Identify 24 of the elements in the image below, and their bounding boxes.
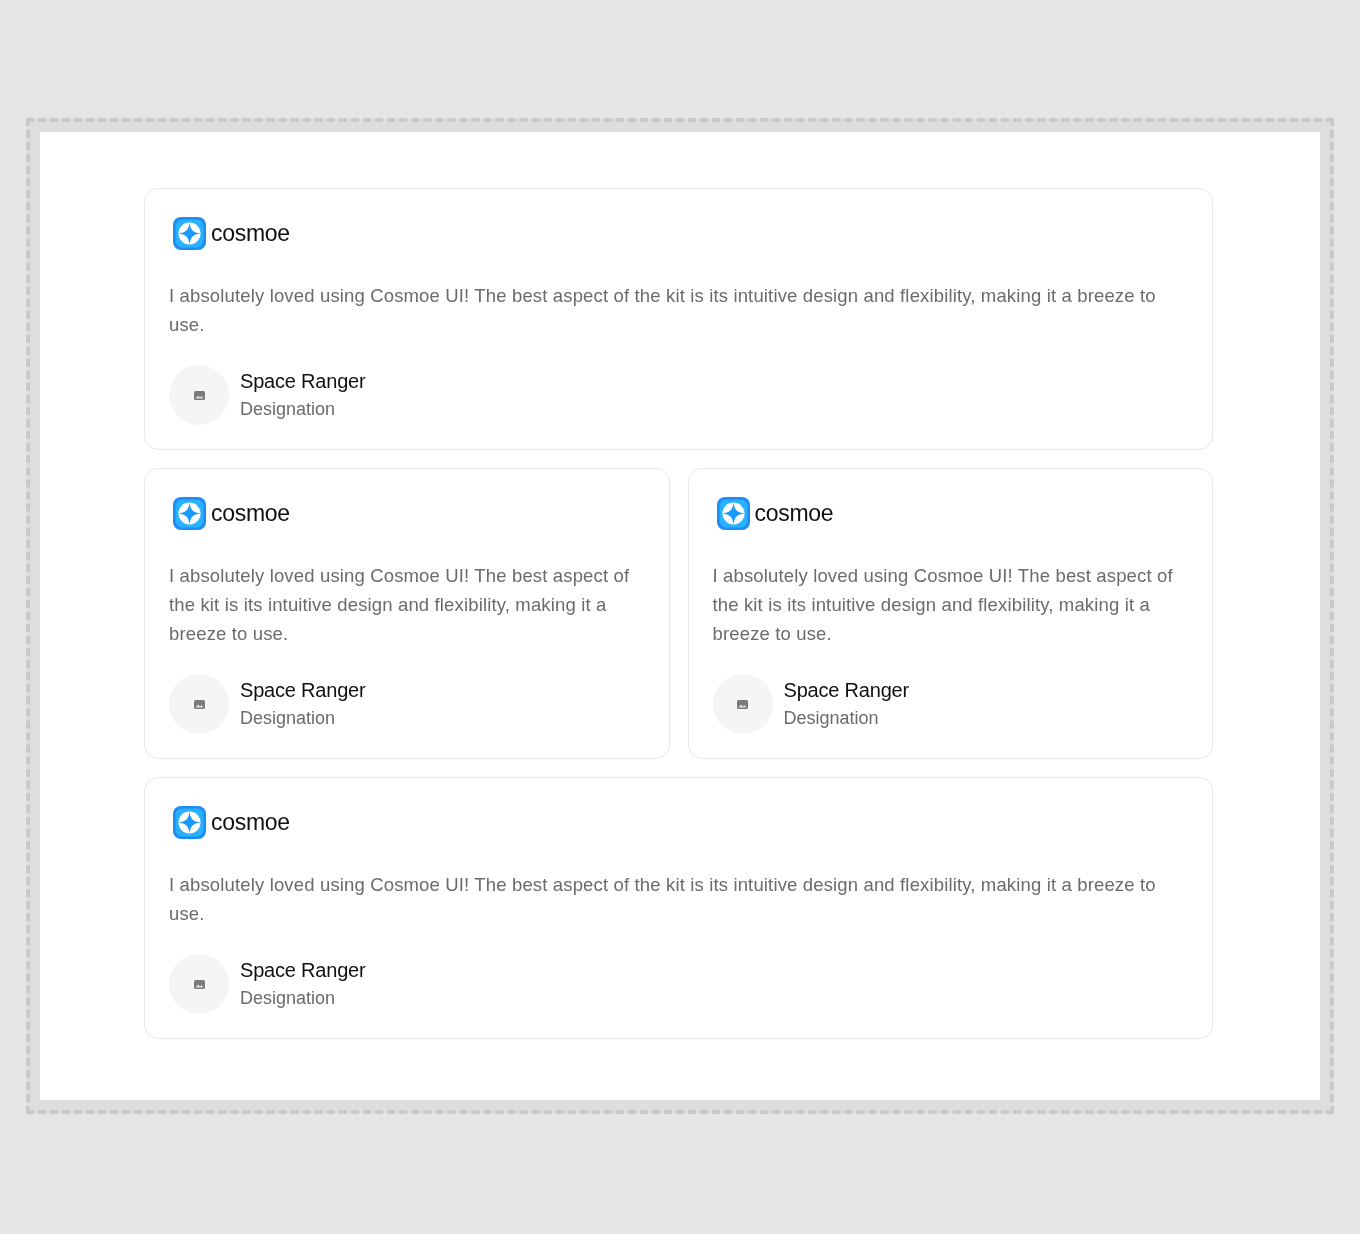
testimonial-quote: I absolutely loved using Cosmoe UI! The best aspect of the kit is its intuitive design and flexibility, making it a breeze to use. (169, 564, 631, 646)
testimonial-quote: I absolutely loved using Cosmoe UI! The best aspect of the kit is its intuitive design and flexibility, making it a breeze to use. (169, 873, 1157, 926)
author-designation: Designation (783, 707, 880, 730)
author-designation: Designation (240, 398, 337, 421)
author-designation: Designation (240, 707, 337, 730)
brand-name: cosmoe (754, 502, 834, 525)
logo-icon (173, 806, 206, 839)
logo-icon (173, 217, 206, 250)
brand-name: cosmoe (211, 811, 290, 834)
image-icon (193, 699, 205, 709)
author-name: Space Ranger (240, 369, 366, 394)
logo-icon (173, 497, 206, 530)
testimonial-quote: I absolutely loved using Cosmoe UI! The best aspect of the kit is its intuitive design and flexibility, making it a breeze to use. (712, 564, 1174, 646)
brand-name: cosmoe (211, 222, 290, 245)
author-designation: Designation (240, 987, 337, 1010)
image-icon (193, 979, 205, 989)
author-name: Space Ranger (240, 958, 366, 983)
image-icon (737, 699, 748, 709)
logo-icon (716, 497, 750, 530)
testimonial-quote: I absolutely loved using Cosmoe UI! The best aspect of the kit is its intuitive design and flexibility, making it a breeze to use. (169, 284, 1157, 337)
image-icon (193, 390, 205, 400)
author-name: Space Ranger (783, 678, 909, 703)
brand-name: cosmoe (211, 502, 290, 525)
author-name: Space Ranger (240, 678, 366, 703)
